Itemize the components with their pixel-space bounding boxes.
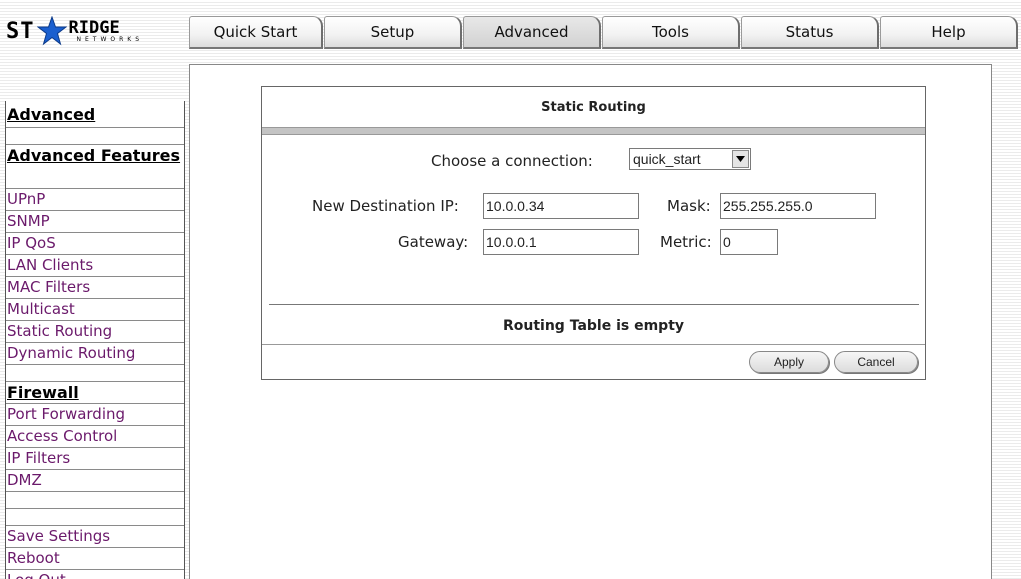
sidebar-item-log-out[interactable]: Log Out — [6, 570, 184, 579]
logo-text-right: RIDGE — [68, 17, 120, 38]
connection-select-value: quick_start — [633, 151, 701, 167]
sidebar-item-dynamic-routing[interactable]: Dynamic Routing — [6, 343, 184, 365]
sidebar-section-firewall[interactable]: Firewall — [6, 382, 184, 404]
sidebar-title-advanced[interactable]: Advanced — [6, 101, 184, 128]
apply-button[interactable]: Apply — [749, 351, 829, 373]
sidebar-item-ip-qos[interactable]: IP QoS — [6, 233, 184, 255]
sidebar-item-access-control[interactable]: Access Control — [6, 426, 184, 448]
gateway-input[interactable]: 10.0.0.1 — [483, 229, 639, 255]
sidebar-item-lan-clients[interactable]: LAN Clients — [6, 255, 184, 277]
sidebar: Advanced Advanced Features UPnP SNMP IP … — [5, 101, 185, 579]
sidebar-item-static-routing[interactable]: Static Routing — [6, 321, 184, 343]
sidebar-spacer — [6, 365, 184, 382]
mask-label: Mask: — [667, 197, 711, 215]
sidebar-item-mac-filters[interactable]: MAC Filters — [6, 277, 184, 299]
sidebar-item-snmp[interactable]: SNMP — [6, 211, 184, 233]
sidebar-section-advanced-features[interactable]: Advanced Features — [6, 145, 184, 189]
cancel-button[interactable]: Cancel — [834, 351, 918, 373]
tab-tools[interactable]: Tools — [602, 16, 740, 49]
sidebar-spacer — [6, 128, 184, 145]
tab-quick-start[interactable]: Quick Start — [189, 16, 323, 49]
tab-setup[interactable]: Setup — [324, 16, 462, 49]
static-routing-panel: Static Routing Choose a connection: quic… — [261, 86, 926, 380]
metric-label: Metric: — [660, 233, 712, 251]
connection-label: Choose a connection: — [431, 152, 593, 170]
tab-advanced[interactable]: Advanced — [463, 16, 601, 49]
gateway-label: Gateway: — [398, 233, 469, 251]
main-content: Static Routing Choose a connection: quic… — [189, 64, 992, 579]
sidebar-item-multicast[interactable]: Multicast — [6, 299, 184, 321]
mask-input[interactable]: 255.255.255.0 — [720, 193, 876, 219]
section-divider — [269, 304, 919, 305]
panel-title: Static Routing — [541, 99, 646, 115]
tab-help[interactable]: Help — [880, 16, 1018, 49]
tab-status[interactable]: Status — [741, 16, 879, 49]
sidebar-item-upnp[interactable]: UPnP — [6, 189, 184, 211]
star-icon — [36, 16, 67, 46]
top-nav-tabs: Quick Start Setup Advanced Tools Status … — [189, 16, 1019, 49]
chevron-down-icon[interactable] — [732, 150, 749, 168]
logo-subtext: NETWORKS — [76, 35, 144, 43]
brand-logo: ST RIDGE NETWORKS — [6, 14, 184, 48]
button-row: Apply Cancel — [262, 344, 925, 381]
sidebar-item-port-forwarding[interactable]: Port Forwarding — [6, 404, 184, 426]
sidebar-spacer — [6, 509, 184, 526]
destination-ip-label: New Destination IP: — [312, 197, 459, 215]
sidebar-item-dmz[interactable]: DMZ — [6, 470, 184, 492]
logo-text-left: ST — [6, 18, 35, 44]
sidebar-item-ip-filters[interactable]: IP Filters — [6, 448, 184, 470]
sidebar-spacer — [6, 492, 184, 509]
destination-ip-input[interactable]: 10.0.0.34 — [483, 193, 639, 219]
connection-select[interactable]: quick_start — [629, 148, 751, 170]
panel-title-divider — [262, 127, 925, 135]
metric-input[interactable]: 0 — [720, 229, 778, 255]
sidebar-item-save-settings[interactable]: Save Settings — [6, 526, 184, 548]
routing-table-status: Routing Table is empty — [502, 318, 685, 334]
sidebar-item-reboot[interactable]: Reboot — [6, 548, 184, 570]
